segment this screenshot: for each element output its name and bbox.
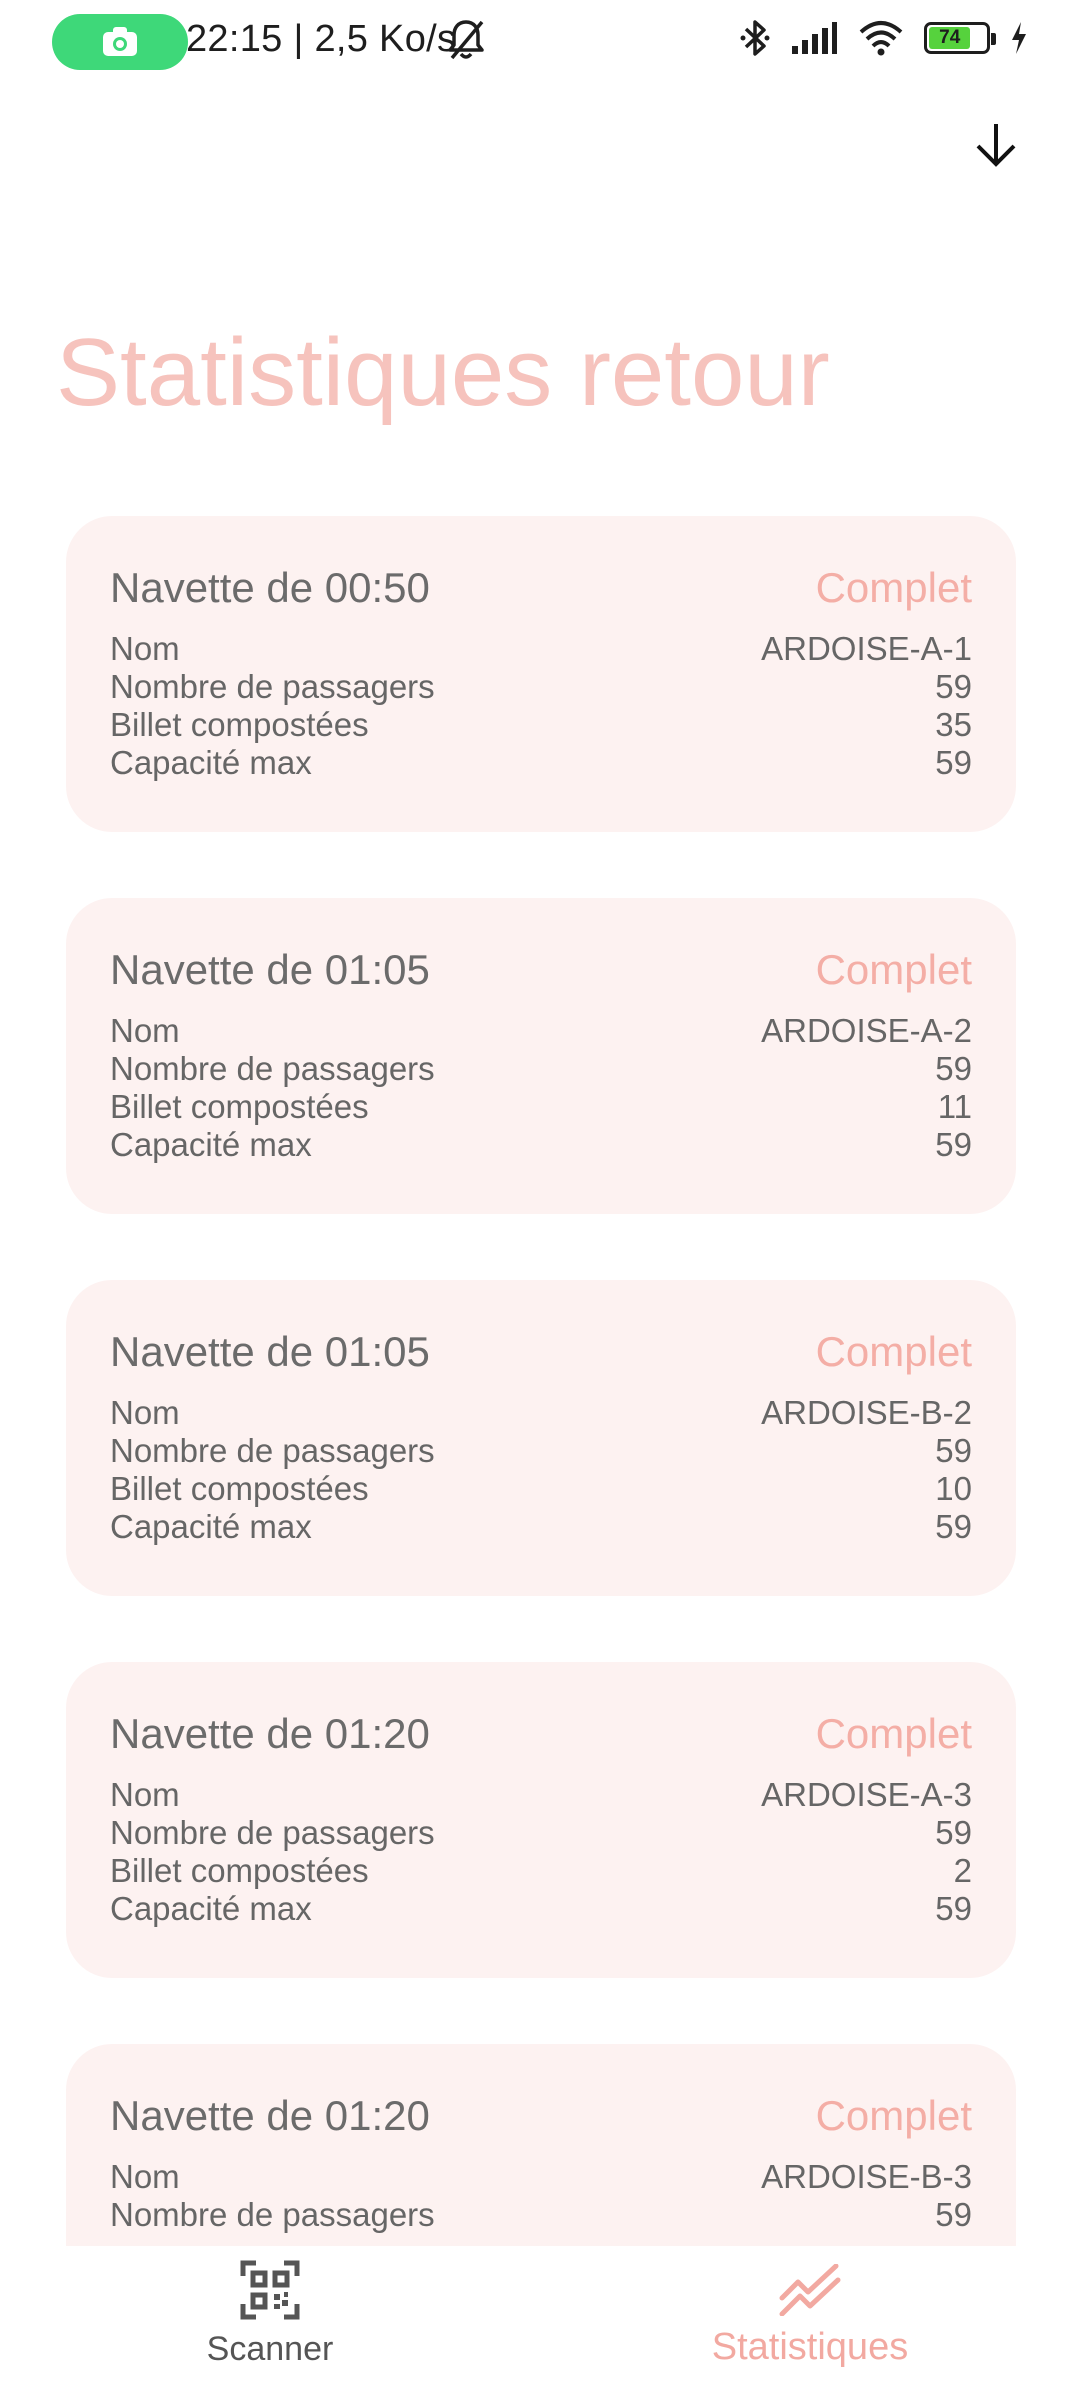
capacity-label: Capacité max [110, 744, 312, 781]
download-button[interactable] [964, 112, 1028, 176]
passengers-label: Nombre de passagers [110, 1050, 435, 1087]
shuttle-title: Navette de 00:50 [110, 564, 430, 611]
passengers-value: 59 [935, 1050, 972, 1087]
passengers-label: Nombre de passagers [110, 1432, 435, 1469]
tickets-value: 35 [935, 706, 972, 743]
tickets-value: 10 [935, 1470, 972, 1507]
name-label: Nom [110, 2158, 180, 2195]
bluetooth-icon [740, 20, 770, 56]
shuttle-title: Navette de 01:20 [110, 1710, 430, 1757]
shuttle-list[interactable]: Navette de 00:50 Complet Nom ARDOISE-A-1 … [66, 516, 1016, 2246]
tickets-value: 11 [937, 1088, 972, 1125]
status-time: 22:15 | 2,5 Ko/s [186, 18, 457, 60]
qr-code-icon [240, 2260, 300, 2320]
tickets-label: Billet compostées [110, 1088, 369, 1125]
name-value: ARDOISE-B-3 [761, 2158, 972, 2195]
passengers-value: 59 [935, 1814, 972, 1851]
name-value: ARDOISE-A-3 [761, 1776, 972, 1813]
wifi-icon [859, 21, 903, 56]
shuttle-title: Navette de 01:05 [110, 1328, 430, 1375]
shuttle-title: Navette de 01:05 [110, 946, 430, 993]
camera-icon [103, 27, 137, 56]
battery-icon: 74 [924, 22, 996, 54]
capacity-value: 59 [935, 1126, 972, 1163]
capacity-value: 59 [935, 1890, 972, 1927]
capacity-label: Capacité max [110, 1508, 312, 1545]
shuttle-status: Complet [815, 2092, 972, 2139]
tickets-label: Billet compostées [110, 1852, 369, 1889]
capacity-value: 59 [935, 744, 972, 781]
tickets-label: Billet compostées [110, 706, 369, 743]
shuttle-status: Complet [815, 1710, 972, 1757]
passengers-label: Nombre de passagers [110, 2196, 435, 2233]
bottom-nav: Scanner Statistiques [0, 2246, 1080, 2400]
shuttle-card[interactable]: Navette de 01:20 Complet Nom ARDOISE-B-3 … [66, 2044, 1016, 2246]
capacity-value: 59 [935, 1508, 972, 1545]
shuttle-status: Complet [815, 1328, 972, 1375]
passengers-value: 59 [935, 2196, 972, 2233]
name-label: Nom [110, 1012, 180, 1049]
nav-scanner[interactable]: Scanner [70, 2246, 470, 2400]
capacity-label: Capacité max [110, 1126, 312, 1163]
name-value: ARDOISE-B-2 [761, 1394, 972, 1431]
battery-level: 74 [929, 27, 971, 49]
nav-statistiques[interactable]: Statistiques [610, 2246, 1010, 2400]
signal-icon [792, 22, 837, 54]
name-label: Nom [110, 1776, 180, 1813]
passengers-label: Nombre de passagers [110, 1814, 435, 1851]
nav-statistiques-label: Statistiques [711, 2326, 909, 2368]
name-label: Nom [110, 1394, 180, 1431]
tickets-value: 2 [953, 1852, 972, 1889]
screen-recording-indicator [52, 14, 188, 70]
shuttle-card[interactable]: Navette de 01:05 Complet Nom ARDOISE-B-2 … [66, 1280, 1016, 1596]
name-label: Nom [110, 630, 180, 667]
trending-chart-icon [779, 2264, 841, 2316]
tickets-label: Billet compostées [110, 1470, 369, 1507]
bell-off-icon [448, 20, 484, 60]
shuttle-status: Complet [815, 564, 972, 611]
shuttle-card[interactable]: Navette de 01:05 Complet Nom ARDOISE-A-2 … [66, 898, 1016, 1214]
capacity-label: Capacité max [110, 1890, 312, 1927]
arrow-down-icon [976, 124, 1016, 167]
shuttle-status: Complet [815, 946, 972, 993]
status-bar: 22:15 | 2,5 Ko/s 74 [0, 0, 1080, 84]
name-value: ARDOISE-A-1 [761, 630, 972, 667]
shuttle-title: Navette de 01:20 [110, 2092, 430, 2139]
passengers-value: 59 [935, 668, 972, 705]
app-screen: 22:15 | 2,5 Ko/s 74 Statistiques retour … [0, 0, 1080, 2400]
shuttle-card[interactable]: Navette de 01:20 Complet Nom ARDOISE-A-3 … [66, 1662, 1016, 1978]
passengers-label: Nombre de passagers [110, 668, 435, 705]
page-title: Statistiques retour [56, 319, 830, 426]
status-icons: 74 [740, 18, 1028, 58]
passengers-value: 59 [935, 1432, 972, 1469]
nav-scanner-label: Scanner [206, 2330, 334, 2368]
charging-icon [1012, 22, 1026, 54]
name-value: ARDOISE-A-2 [761, 1012, 972, 1049]
shuttle-card[interactable]: Navette de 00:50 Complet Nom ARDOISE-A-1 … [66, 516, 1016, 832]
